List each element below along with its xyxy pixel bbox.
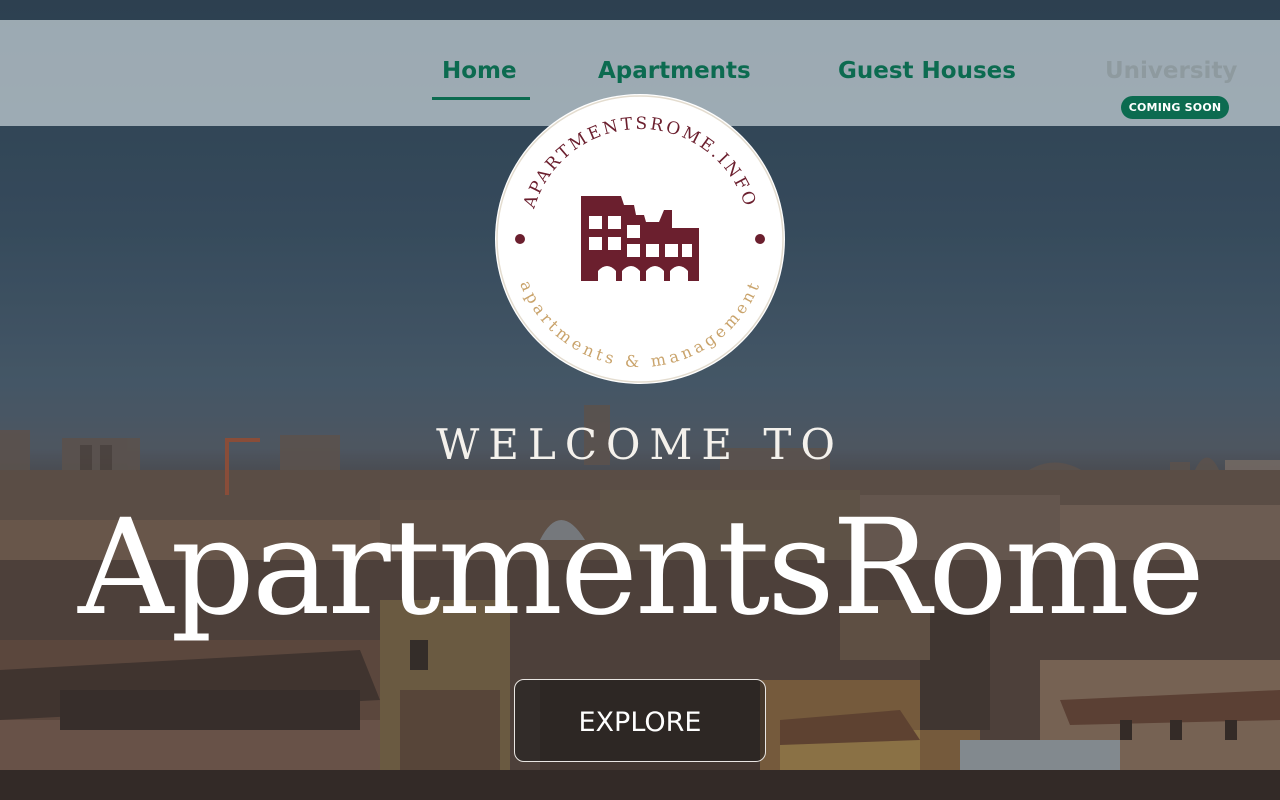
brand-title: ApartmentsRome: [78, 491, 1205, 645]
site-logo[interactable]: APARTMENTSROME.INFO apartments & managem…: [494, 93, 786, 385]
hero-section: Home Apartments Guest Houses University …: [0, 0, 1280, 800]
explore-button[interactable]: EXPLORE: [514, 679, 766, 762]
nav-item-home[interactable]: Home: [442, 58, 517, 84]
logo-dot-left: [515, 234, 525, 244]
logo-dot-right: [755, 234, 765, 244]
coming-soon-badge: COMING SOON: [1121, 96, 1229, 119]
nav-item-apartments[interactable]: Apartments: [598, 58, 751, 84]
nav-item-university[interactable]: University: [1105, 58, 1237, 84]
welcome-heading: WELCOME TO: [436, 420, 844, 469]
nav-item-guest-houses[interactable]: Guest Houses: [838, 58, 1016, 84]
